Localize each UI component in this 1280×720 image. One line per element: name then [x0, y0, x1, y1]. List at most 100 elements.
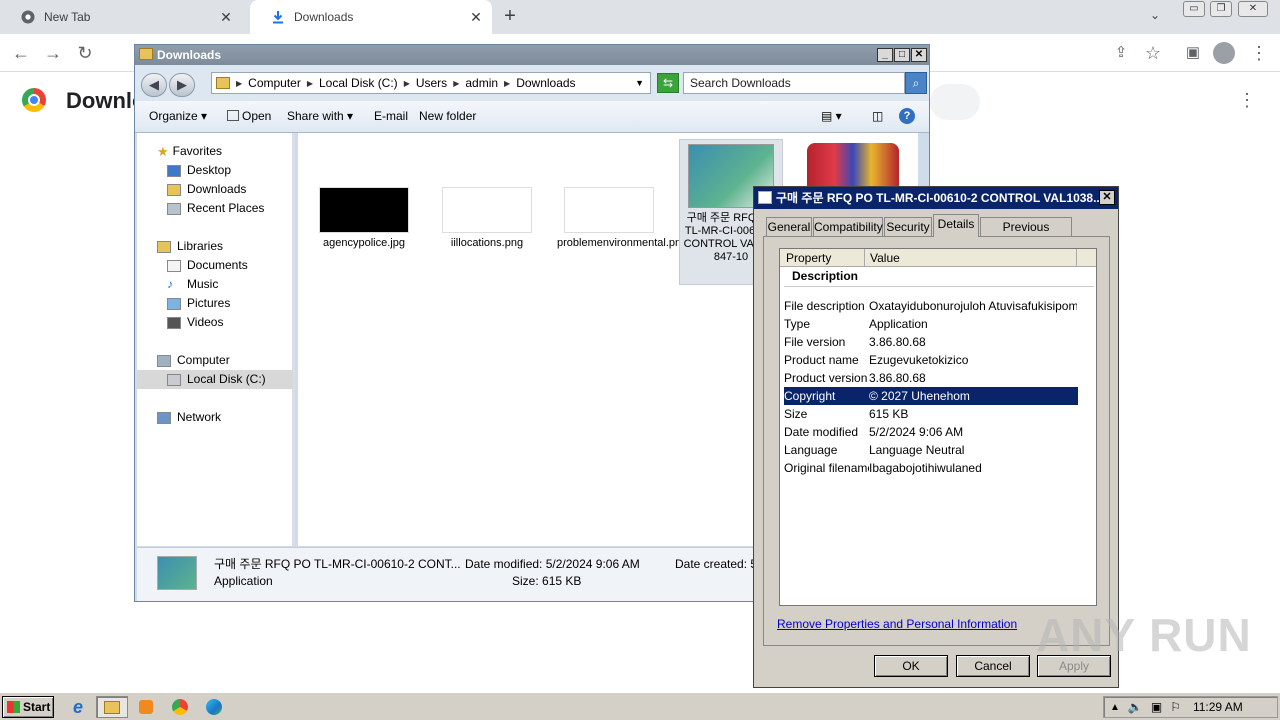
tray-expand-icon[interactable]: ▲ — [1110, 702, 1120, 713]
explorer-taskbar-icon[interactable] — [96, 696, 128, 718]
nav-recent-places[interactable]: Recent Places — [137, 199, 293, 218]
minimize-icon[interactable]: _ — [877, 48, 893, 62]
property-row[interactable]: Copyright © 2027 Uhenehom — [784, 387, 1078, 405]
search-downloads-field[interactable] — [930, 84, 980, 120]
new-folder-button[interactable]: New folder — [419, 109, 476, 123]
network-icon[interactable]: ▣ — [1151, 700, 1162, 714]
property-value: Language Neutral — [869, 443, 965, 457]
volume-icon[interactable]: 🔈 — [1128, 700, 1143, 714]
breadcrumb-separator-icon: ▶ — [453, 78, 460, 88]
breadcrumb-computer[interactable]: Computer — [248, 76, 301, 90]
nav-libraries[interactable]: Libraries — [137, 237, 293, 256]
share-with-button[interactable]: Share with ▾ — [287, 109, 353, 123]
media-player-icon[interactable] — [130, 696, 162, 718]
organize-button[interactable]: Organize ▾ — [149, 109, 207, 123]
side-panel-icon[interactable]: ▣ — [1182, 42, 1204, 64]
share-icon[interactable]: ⇪ — [1110, 42, 1132, 64]
file-item[interactable]: iillocations.png — [435, 187, 539, 249]
search-icon[interactable]: ⌕ — [905, 72, 927, 94]
explorer-titlebar: Downloads — [135, 45, 929, 65]
col-property[interactable]: Property — [786, 249, 831, 267]
close-tab-icon[interactable]: ✕ — [468, 9, 484, 25]
help-icon[interactable]: ? — [899, 108, 915, 124]
minimize-icon[interactable]: ▭ — [1183, 1, 1205, 17]
property-row[interactable]: Size 615 KB — [784, 405, 1078, 423]
tab-details[interactable]: Details — [933, 214, 979, 237]
breadcrumb-users[interactable]: Users — [416, 76, 447, 90]
tab-compatibility[interactable]: Compatibility — [813, 217, 883, 236]
address-dropdown-icon[interactable]: ▼ — [635, 78, 644, 88]
bookmark-star-icon[interactable]: ☆ — [1142, 42, 1164, 64]
property-row[interactable]: File description Oxatayidubonurojuloh Atu… — [784, 297, 1078, 315]
page-menu-icon[interactable]: ⋮ — [1238, 90, 1256, 111]
chrome-taskbar-icon[interactable] — [164, 696, 196, 718]
reload-icon[interactable]: ↻ — [74, 42, 96, 64]
tab-downloads[interactable]: Downloads ✕ — [250, 0, 492, 34]
property-row[interactable]: Date modified 5/2/2024 9:06 AM — [784, 423, 1078, 441]
tab-label: New Tab — [44, 10, 91, 24]
nav-favorites[interactable]: ★ Favorites — [137, 142, 293, 161]
file-item[interactable]: problemenvironmental.png — [557, 187, 687, 249]
view-options-icon[interactable]: ▤ ▾ — [821, 109, 842, 123]
tab-security[interactable]: Security — [884, 217, 932, 236]
property-list[interactable]: Property Value Description File descript… — [779, 248, 1097, 606]
back-icon[interactable]: ← — [10, 42, 32, 64]
action-center-flag-icon[interactable]: ⚐ — [1170, 700, 1181, 714]
nav-network[interactable]: Network — [137, 408, 293, 427]
nav-desktop[interactable]: Desktop — [137, 161, 293, 180]
refresh-icon[interactable]: ⇆ — [657, 73, 679, 93]
remove-properties-link[interactable]: Remove Properties and Personal Informati… — [777, 617, 1017, 631]
start-button[interactable]: Start — [2, 696, 54, 718]
close-window-icon[interactable]: ✕ — [1238, 1, 1268, 17]
tab-search-chevron-icon[interactable]: ⌄ — [1150, 8, 1160, 22]
close-tab-icon[interactable]: ✕ — [218, 9, 234, 25]
close-icon[interactable]: ✕ — [911, 48, 927, 62]
maximize-icon[interactable]: □ — [894, 48, 910, 62]
cancel-button[interactable]: Cancel — [956, 655, 1030, 677]
internet-explorer-icon[interactable]: e — [62, 696, 94, 718]
tab-previous-versions[interactable]: Previous Versions — [980, 217, 1072, 252]
property-row[interactable]: File version 3.86.80.68 — [784, 333, 1078, 351]
download-icon — [270, 9, 286, 25]
col-value[interactable]: Value — [870, 249, 900, 267]
tab-general[interactable]: General — [766, 217, 812, 236]
property-row[interactable]: Type Application — [784, 315, 1078, 333]
edge-icon[interactable] — [198, 696, 230, 718]
libraries-icon — [157, 240, 171, 253]
nav-videos[interactable]: Videos — [137, 313, 293, 332]
nav-documents[interactable]: Documents — [137, 256, 293, 275]
tab-new-tab[interactable]: New Tab ✕ — [0, 0, 242, 34]
nav-computer[interactable]: Computer — [137, 351, 293, 370]
back-arrow-icon[interactable]: ◀ — [141, 73, 167, 97]
property-row[interactable]: Original filename Ibagabojotihiwulaned — [784, 459, 1078, 477]
profile-avatar[interactable] — [1213, 42, 1235, 64]
property-row[interactable]: Language Language Neutral — [784, 441, 1078, 459]
address-bar[interactable]: ▶ Computer ▶ Local Disk (C:) ▶ Users ▶ a… — [211, 72, 651, 94]
new-tab-button[interactable]: + — [498, 5, 522, 29]
music-icon: ♪ — [167, 277, 173, 291]
breadcrumb-separator-icon: ▶ — [403, 78, 410, 88]
nav-local-disk[interactable]: Local Disk (C:) — [137, 370, 293, 389]
restore-icon[interactable]: ❐ — [1210, 1, 1232, 17]
property-row[interactable]: Product version 3.86.80.68 — [784, 369, 1078, 387]
chrome-tabstrip: New Tab ✕ Downloads ✕ + ⌄ ▭ ❐ ✕ — [0, 0, 1280, 34]
nav-music[interactable]: ♪ Music — [137, 275, 293, 294]
ok-button[interactable]: OK — [874, 655, 948, 677]
breadcrumb-local-disk[interactable]: Local Disk (C:) — [319, 76, 398, 90]
search-input[interactable]: Search Downloads — [683, 72, 905, 94]
file-item[interactable]: agencypolice.jpg — [312, 187, 416, 249]
property-row[interactable]: Product name Ezugevuketokizico — [784, 351, 1078, 369]
nav-pictures[interactable]: Pictures — [137, 294, 293, 313]
breadcrumb-downloads[interactable]: Downloads — [516, 76, 575, 90]
image-thumbnail — [564, 187, 654, 233]
email-button[interactable]: E-mail — [374, 109, 408, 123]
close-icon[interactable]: ✕ — [1099, 190, 1115, 205]
preview-pane-icon[interactable]: ◫ — [872, 109, 883, 123]
menu-kebab-icon[interactable]: ⋮ — [1248, 42, 1270, 64]
open-button[interactable]: Open — [227, 109, 271, 123]
nav-downloads[interactable]: Downloads — [137, 180, 293, 199]
forward-icon[interactable]: → — [42, 42, 64, 64]
forward-arrow-icon[interactable]: ▶ — [169, 73, 195, 97]
breadcrumb-admin[interactable]: admin — [465, 76, 498, 90]
clock[interactable]: 11:29 AM — [1193, 700, 1243, 714]
